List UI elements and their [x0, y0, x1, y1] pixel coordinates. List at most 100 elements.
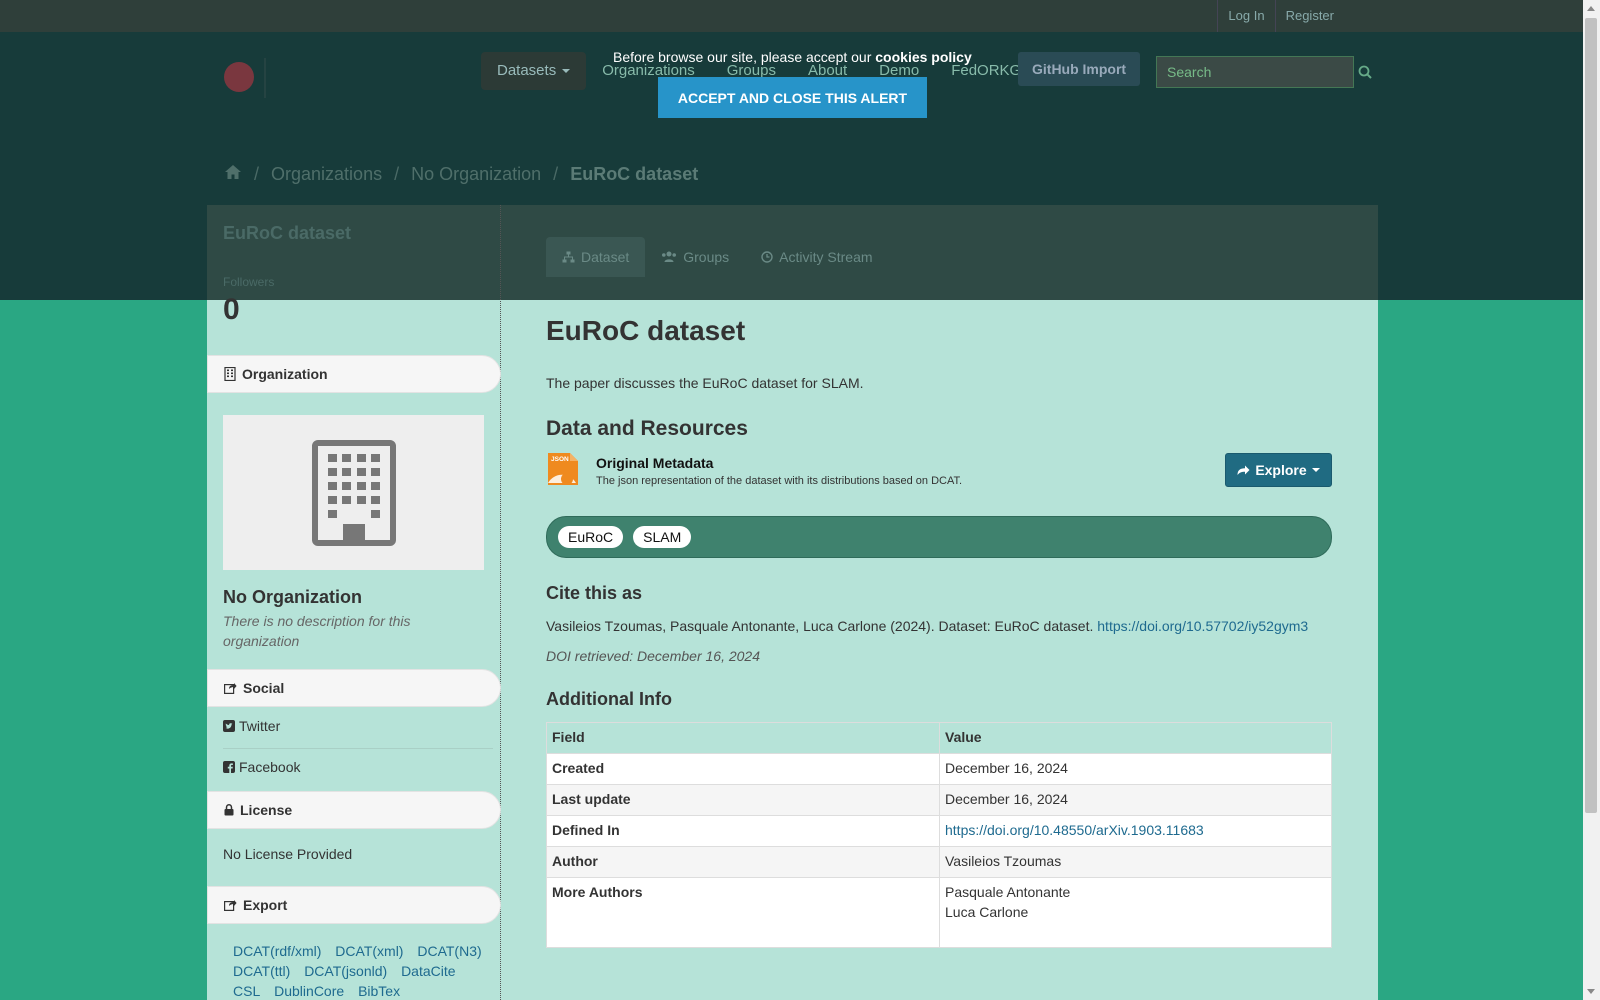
export-csl[interactable]: CSL	[233, 983, 260, 999]
tab-activity-stream[interactable]: Activity Stream	[745, 237, 888, 277]
row-value-defined-in: https://doi.org/10.48550/arXiv.1903.1168…	[939, 815, 1332, 847]
table-row: Last update December 16, 2024	[546, 784, 1332, 816]
breadcrumb-separator: /	[553, 164, 559, 184]
search-icon[interactable]	[1358, 57, 1372, 87]
chevron-down-icon	[562, 69, 571, 74]
json-badge-text: JSON	[551, 456, 569, 463]
resource-name[interactable]: Original Metadata	[596, 455, 713, 471]
sidebar: EuRoC dataset Followers 0 Organization N…	[207, 205, 501, 1000]
breadcrumb: / Organizations / No Organization / EuRo…	[224, 164, 698, 185]
share-arrow-icon	[1237, 465, 1250, 476]
column-header-value: Value	[939, 722, 1332, 754]
export-dcat-ttl[interactable]: DCAT(ttl)	[233, 963, 290, 979]
search-form	[1156, 56, 1372, 88]
license-heading-label: License	[240, 802, 293, 818]
register-link[interactable]: Register	[1274, 0, 1344, 32]
vertical-scrollbar[interactable]	[1583, 0, 1600, 1000]
export-dcat-jsonld[interactable]: DCAT(jsonld)	[304, 963, 387, 979]
search-input[interactable]	[1157, 57, 1358, 87]
citation-doi-link[interactable]: https://doi.org/10.57702/iy52gym3	[1097, 618, 1308, 634]
accept-cookies-button[interactable]: ACCEPT AND CLOSE THIS ALERT	[658, 77, 927, 118]
social-heading: Social	[207, 669, 501, 707]
cookie-policy-link[interactable]: cookies policy	[875, 49, 971, 65]
row-value-more-authors: Pasquale Antonante Luca Carlone	[939, 877, 1332, 948]
license-text: No License Provided	[223, 846, 353, 862]
facebook-link[interactable]: Facebook	[223, 759, 300, 775]
resources-heading: Data and Resources	[546, 417, 748, 440]
dataset-title: EuRoC dataset	[546, 315, 746, 346]
tab-groups-label: Groups	[683, 249, 730, 265]
table-row: Created December 16, 2024	[546, 753, 1332, 785]
table-row: More Authors Pasquale Antonante Luca Car…	[546, 877, 1332, 948]
row-label-created: Created	[546, 753, 940, 785]
more-author-1: Pasquale Antonante	[945, 884, 1071, 900]
organization-heading-label: Organization	[242, 366, 328, 382]
social-heading-label: Social	[243, 680, 285, 696]
tab-dataset-label: Dataset	[581, 249, 630, 265]
organization-heading: Organization	[207, 355, 501, 393]
followers-count: 0	[223, 293, 240, 326]
breadcrumb-current[interactable]: EuRoC dataset	[570, 164, 698, 185]
export-datacite[interactable]: DataCite	[401, 963, 455, 979]
breadcrumb-organization[interactable]: No Organization	[411, 164, 541, 185]
more-author-2: Luca Carlone	[945, 904, 1029, 920]
cookie-alert-message: Before browse our site, please accept ou…	[613, 49, 872, 65]
column-header-field: Field	[546, 722, 940, 754]
login-link[interactable]: Log In	[1217, 0, 1274, 32]
home-icon[interactable]	[224, 164, 242, 185]
followers-label: Followers	[223, 275, 275, 289]
row-value-author: Vasileios Tzoumas	[939, 846, 1332, 878]
export-dcat-n3[interactable]: DCAT(N3)	[417, 943, 481, 959]
logo-wordmark	[264, 58, 374, 98]
additional-info-heading: Additional Info	[546, 689, 672, 709]
facebook-icon	[223, 761, 235, 773]
chevron-down-icon	[1311, 468, 1320, 472]
breadcrumb-organizations[interactable]: Organizations	[271, 164, 382, 185]
sitemap-icon	[562, 251, 575, 263]
export-heading: Export	[207, 886, 501, 924]
export-bibtex[interactable]: BibTex	[358, 983, 400, 999]
citation-text: Vasileios Tzoumas, Pasquale Antonante, L…	[546, 618, 1094, 634]
row-label-author: Author	[546, 846, 940, 878]
table-row: Defined In https://doi.org/10.48550/arXi…	[546, 815, 1332, 847]
json-file-icon[interactable]: JSON	[546, 453, 578, 485]
sidebar-title: EuRoC dataset	[223, 223, 352, 243]
dataset-notes: The paper discusses the EuRoC dataset fo…	[546, 375, 864, 391]
defined-in-link[interactable]: https://doi.org/10.48550/arXiv.1903.1168…	[945, 822, 1204, 838]
export-dcat-xml[interactable]: DCAT(xml)	[335, 943, 403, 959]
organization-name[interactable]: No Organization	[223, 587, 362, 608]
explore-button[interactable]: Explore	[1225, 453, 1332, 487]
resource-description: The json representation of the dataset w…	[596, 475, 963, 487]
row-value-last-update: December 16, 2024	[939, 784, 1332, 816]
tab-groups[interactable]: Groups	[645, 237, 745, 277]
main-content: Dataset Groups Activity Stream EuRoC dat…	[501, 205, 1378, 1000]
export-dublincore[interactable]: DublinCore	[274, 983, 344, 999]
share-icon	[224, 899, 237, 911]
share-icon	[224, 682, 237, 694]
license-heading: License	[207, 791, 501, 829]
breadcrumb-separator: /	[394, 164, 400, 184]
site-logo[interactable]	[224, 52, 394, 102]
clock-icon	[761, 251, 773, 263]
export-dcat-rdf-xml[interactable]: DCAT(rdf/xml)	[233, 943, 321, 959]
main-container: EuRoC dataset Followers 0 Organization N…	[207, 205, 1378, 1000]
github-import-button[interactable]: GitHub Import	[1018, 52, 1141, 86]
tag-euroc[interactable]: EuRoC	[558, 526, 624, 548]
tag-slam[interactable]: SLAM	[633, 526, 692, 548]
organization-image[interactable]	[223, 415, 484, 570]
tab-dataset[interactable]: Dataset	[546, 237, 646, 277]
tab-activity-stream-label: Activity Stream	[779, 249, 873, 265]
row-label-more-authors: More Authors	[546, 877, 940, 948]
scrollbar-thumb[interactable]	[1585, 18, 1597, 813]
export-links: DCAT(rdf/xml) DCAT(xml) DCAT(N3) DCAT(tt…	[233, 941, 498, 1000]
scroll-up-arrow-icon[interactable]	[1587, 6, 1595, 11]
building-icon	[311, 439, 396, 546]
twitter-icon	[223, 720, 235, 732]
table-header-row: Field Value	[546, 722, 1332, 754]
twitter-link[interactable]: Twitter	[223, 718, 280, 734]
nav-datasets[interactable]: Datasets	[481, 52, 587, 90]
content-tabs: Dataset Groups Activity Stream	[546, 237, 889, 277]
nav-datasets-label: Datasets	[497, 62, 557, 79]
account-bar: Log In Register	[0, 0, 1600, 32]
scroll-down-arrow-icon[interactable]	[1587, 989, 1595, 994]
